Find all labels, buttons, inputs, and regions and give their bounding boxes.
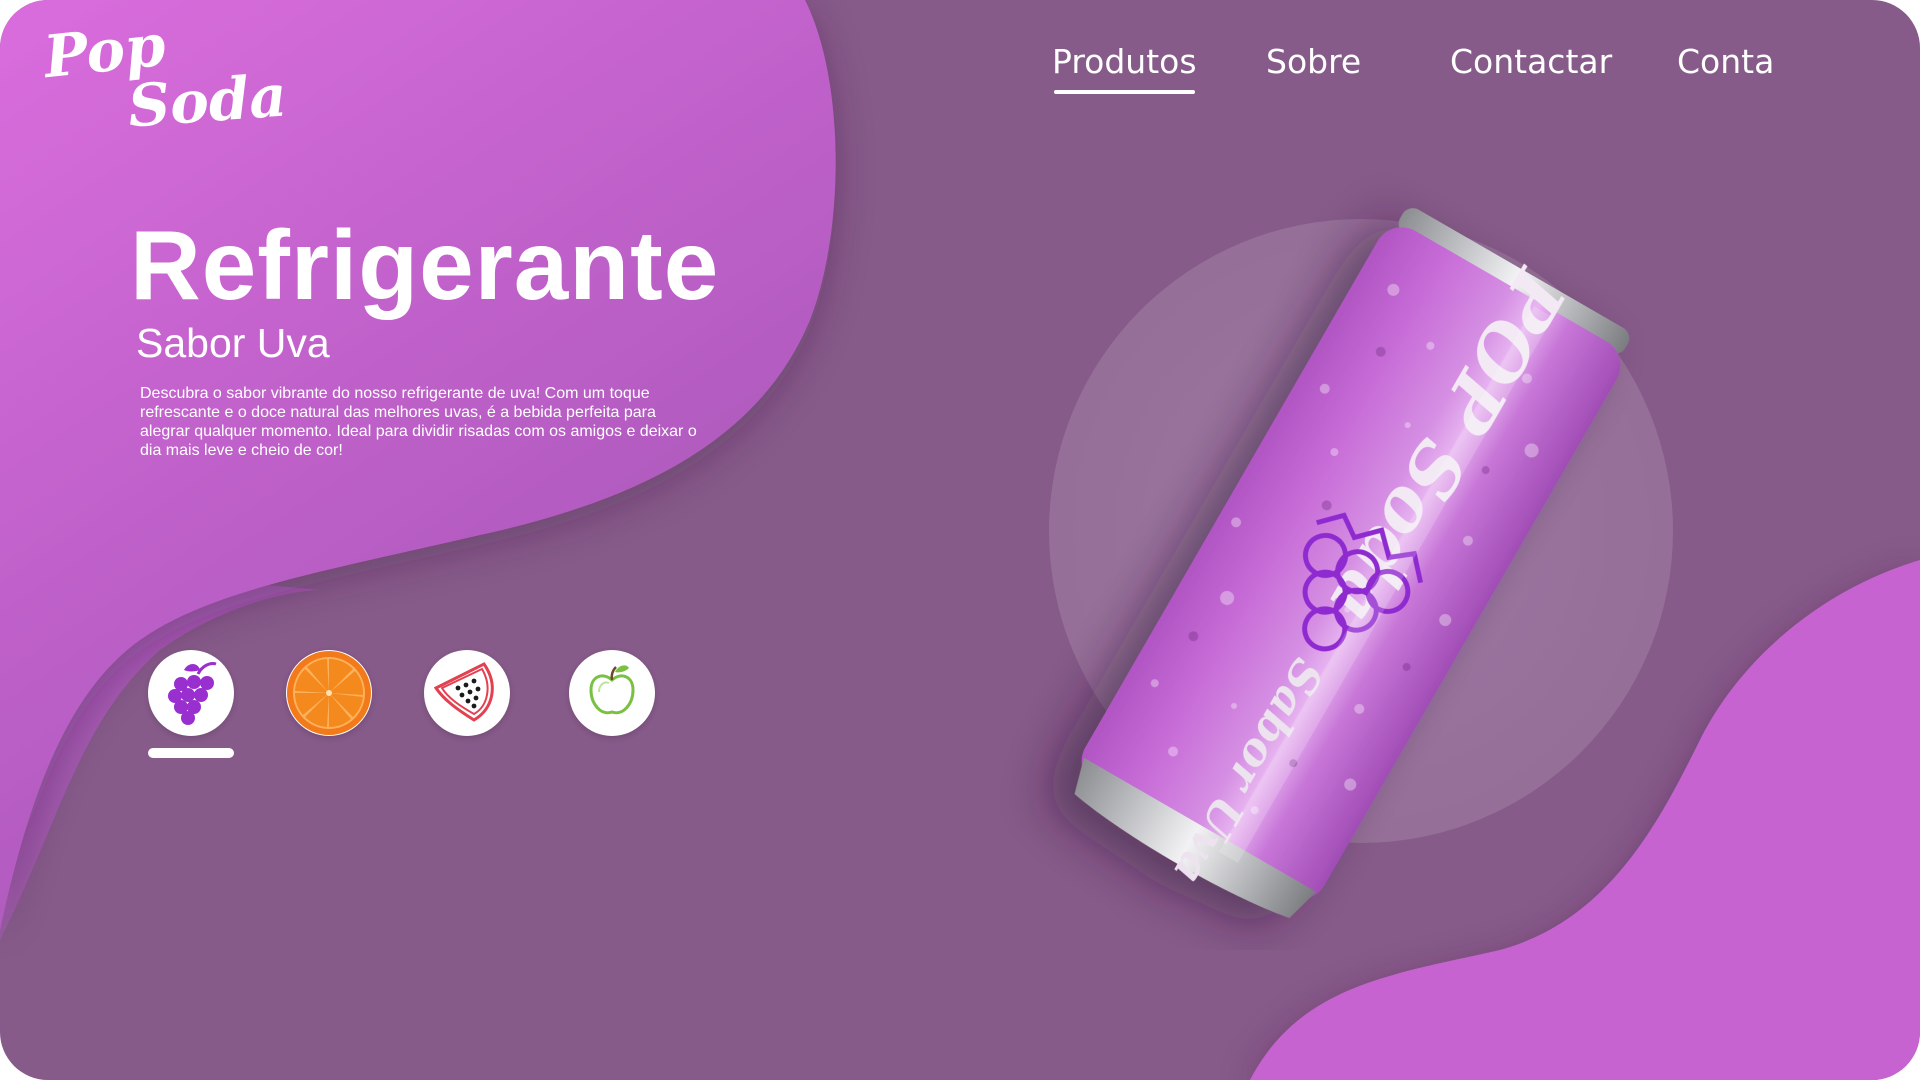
watermelon-icon [425, 651, 509, 735]
nav-conta[interactable]: Conta [1677, 40, 1774, 84]
flavor-apple-button[interactable] [569, 650, 655, 736]
nav-contactar[interactable]: Contactar [1450, 40, 1612, 84]
landing-page: Pop Soda Produtos Sobre Contactar Conta … [0, 0, 1920, 1080]
selected-flavor-indicator [148, 748, 234, 758]
hero-subtitle: Sabor Uva [136, 320, 330, 366]
grape-icon [168, 662, 217, 725]
apple-icon [589, 665, 635, 715]
nav-produtos[interactable]: Produtos [1052, 40, 1197, 94]
flavor-watermelon-button[interactable] [424, 650, 510, 736]
flavor-grape-button[interactable] [148, 650, 234, 736]
orange-slice-icon [287, 651, 371, 735]
hero-title: Refrigerante [130, 210, 720, 320]
main-nav: Produtos Sobre Contactar Conta [0, 40, 1920, 100]
soda-can-illustration: POP Soda Sabor Uva [1000, 150, 1760, 950]
hero-description: Descubra o sabor vibrante do nosso refri… [140, 385, 697, 459]
nav-sobre[interactable]: Sobre [1266, 40, 1361, 84]
flavor-orange-button[interactable] [286, 650, 372, 736]
